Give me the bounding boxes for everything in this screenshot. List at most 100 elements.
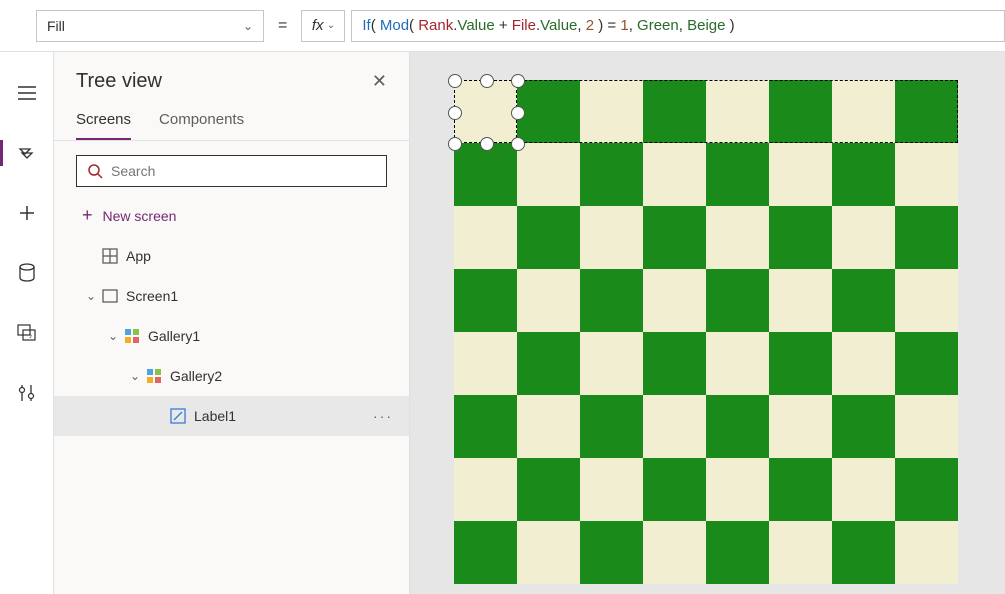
chevron-icon[interactable]: ⌄ bbox=[82, 289, 100, 303]
formula-input[interactable]: If( Mod( Rank.Value + File.Value, 2 ) = … bbox=[351, 10, 1005, 42]
board-cell[interactable] bbox=[895, 332, 958, 395]
tab-components[interactable]: Components bbox=[159, 105, 244, 140]
canvas-area[interactable] bbox=[410, 52, 1005, 594]
board-cell[interactable] bbox=[517, 458, 580, 521]
board-cell[interactable] bbox=[580, 269, 643, 332]
board-cell[interactable] bbox=[895, 206, 958, 269]
board-cell[interactable] bbox=[769, 521, 832, 584]
board-cell[interactable] bbox=[643, 395, 706, 458]
gallery-row-selection[interactable] bbox=[454, 80, 958, 143]
board-cell[interactable] bbox=[580, 395, 643, 458]
tree-item-app[interactable]: App bbox=[54, 236, 409, 276]
search-input[interactable] bbox=[111, 163, 376, 179]
tree-item-screen1[interactable]: ⌄Screen1 bbox=[54, 276, 409, 316]
board-cell[interactable] bbox=[706, 206, 769, 269]
board-cell[interactable] bbox=[832, 521, 895, 584]
board-cell[interactable] bbox=[643, 521, 706, 584]
board-cell[interactable] bbox=[580, 458, 643, 521]
tree-tabs: Screens Components bbox=[54, 101, 409, 141]
hamburger-icon[interactable] bbox=[7, 78, 47, 108]
selection-handle[interactable] bbox=[511, 137, 525, 151]
gallery-icon bbox=[144, 368, 164, 384]
board-cell[interactable] bbox=[769, 143, 832, 206]
tree-view-icon[interactable] bbox=[7, 138, 47, 168]
checkerboard[interactable] bbox=[454, 80, 958, 584]
insert-plus-icon[interactable] bbox=[7, 198, 47, 228]
label-selection-box[interactable] bbox=[454, 80, 517, 143]
board-cell[interactable] bbox=[580, 332, 643, 395]
board-cell[interactable] bbox=[832, 332, 895, 395]
board-cell[interactable] bbox=[454, 206, 517, 269]
board-cell[interactable] bbox=[643, 206, 706, 269]
board-cell[interactable] bbox=[454, 521, 517, 584]
tab-screens[interactable]: Screens bbox=[76, 105, 131, 140]
board-cell[interactable] bbox=[706, 269, 769, 332]
board-cell[interactable] bbox=[580, 143, 643, 206]
search-icon bbox=[87, 163, 103, 179]
selection-handle[interactable] bbox=[511, 74, 525, 88]
board-cell[interactable] bbox=[706, 143, 769, 206]
screen-icon bbox=[100, 289, 120, 303]
board-cell[interactable] bbox=[769, 206, 832, 269]
tree-item-gallery2[interactable]: ⌄Gallery2 bbox=[54, 356, 409, 396]
board-cell[interactable] bbox=[769, 395, 832, 458]
board-cell[interactable] bbox=[643, 269, 706, 332]
selection-handle[interactable] bbox=[511, 106, 525, 120]
board-cell[interactable] bbox=[832, 395, 895, 458]
board-cell[interactable] bbox=[454, 395, 517, 458]
tree-item-label1[interactable]: Label1··· bbox=[54, 396, 409, 436]
board-cell[interactable] bbox=[769, 269, 832, 332]
board-cell[interactable] bbox=[643, 458, 706, 521]
new-screen-button[interactable]: + New screen bbox=[54, 197, 409, 236]
selection-handle[interactable] bbox=[480, 137, 494, 151]
board-cell[interactable] bbox=[643, 143, 706, 206]
board-cell[interactable] bbox=[706, 521, 769, 584]
board-cell[interactable] bbox=[895, 269, 958, 332]
board-cell[interactable] bbox=[454, 458, 517, 521]
advanced-tools-icon[interactable] bbox=[7, 378, 47, 408]
close-icon[interactable]: ✕ bbox=[372, 71, 387, 92]
selection-handle[interactable] bbox=[448, 74, 462, 88]
board-cell[interactable] bbox=[517, 332, 580, 395]
media-icon[interactable]: ♪ bbox=[7, 318, 47, 348]
selection-handle[interactable] bbox=[448, 137, 462, 151]
selection-handle[interactable] bbox=[480, 74, 494, 88]
tree-item-gallery1[interactable]: ⌄Gallery1 bbox=[54, 316, 409, 356]
tree-list: App ⌄Screen1⌄Gallery1⌄Gallery2Label1··· bbox=[54, 236, 409, 594]
data-icon[interactable] bbox=[7, 258, 47, 288]
board-cell[interactable] bbox=[895, 395, 958, 458]
board-cell[interactable] bbox=[832, 458, 895, 521]
board-cell[interactable] bbox=[517, 143, 580, 206]
board-cell[interactable] bbox=[517, 269, 580, 332]
board-cell[interactable] bbox=[706, 395, 769, 458]
board-cell[interactable] bbox=[769, 458, 832, 521]
chevron-icon[interactable]: ⌄ bbox=[126, 369, 144, 383]
board-cell[interactable] bbox=[895, 143, 958, 206]
selection-handle[interactable] bbox=[448, 106, 462, 120]
board-cell[interactable] bbox=[643, 332, 706, 395]
board-cell[interactable] bbox=[580, 206, 643, 269]
board-cell[interactable] bbox=[832, 206, 895, 269]
search-box[interactable] bbox=[76, 155, 387, 187]
board-cell[interactable] bbox=[832, 143, 895, 206]
fx-button[interactable]: fx ⌄ bbox=[301, 10, 345, 42]
board-cell[interactable] bbox=[517, 521, 580, 584]
board-cell[interactable] bbox=[769, 332, 832, 395]
more-icon[interactable]: ··· bbox=[373, 408, 393, 424]
equals-sign: = bbox=[278, 17, 287, 35]
board-cell[interactable] bbox=[895, 458, 958, 521]
chevron-icon[interactable]: ⌄ bbox=[104, 329, 122, 343]
board-cell[interactable] bbox=[454, 332, 517, 395]
board-cell[interactable] bbox=[895, 521, 958, 584]
board-cell[interactable] bbox=[706, 332, 769, 395]
board-cell[interactable] bbox=[580, 521, 643, 584]
board-cell[interactable] bbox=[454, 269, 517, 332]
board-cell[interactable] bbox=[517, 206, 580, 269]
board-cell[interactable] bbox=[517, 395, 580, 458]
board-cell[interactable] bbox=[706, 458, 769, 521]
property-selector[interactable]: Fill ⌄ bbox=[36, 10, 264, 42]
board-cell[interactable] bbox=[454, 143, 517, 206]
board-cell[interactable] bbox=[832, 269, 895, 332]
tree-item-label: App bbox=[126, 248, 393, 264]
chevron-down-icon: ⌄ bbox=[326, 20, 334, 31]
